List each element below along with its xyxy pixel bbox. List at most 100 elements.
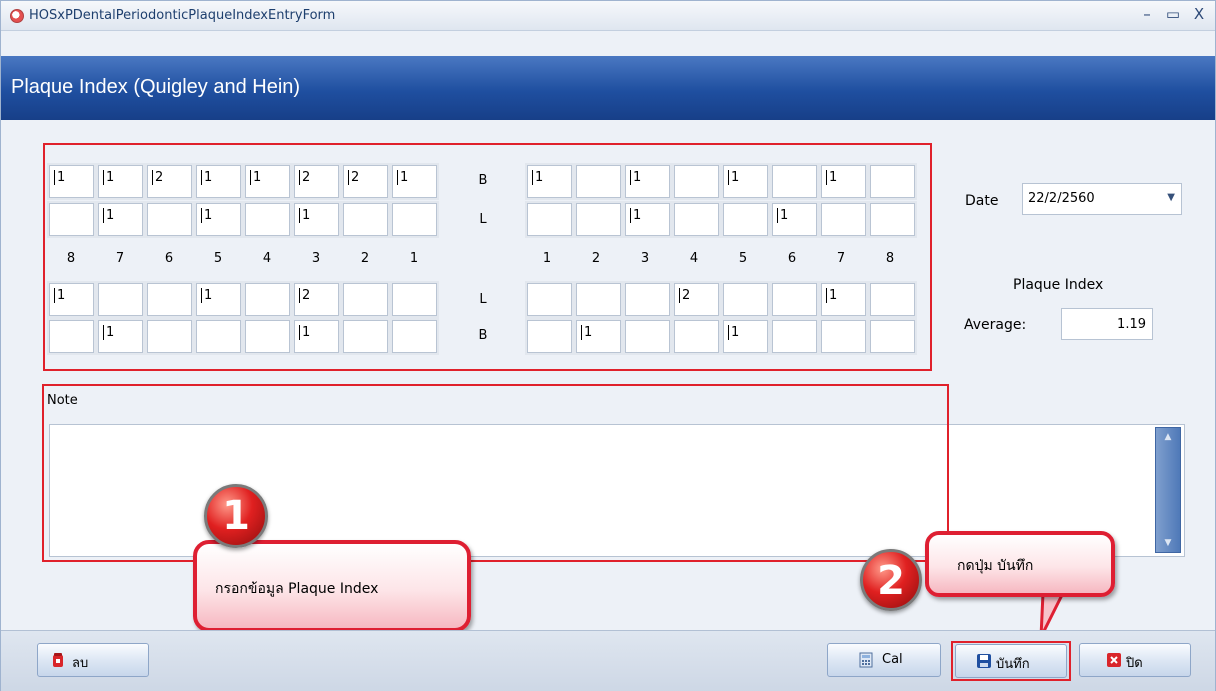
- plaque-cell[interactable]: 1: [723, 320, 768, 353]
- plaque-cell[interactable]: [674, 203, 719, 236]
- window-title: HOSxPDentalPeriodonticPlaqueIndexEntryFo…: [29, 8, 336, 23]
- plaque-cell[interactable]: 1: [49, 283, 94, 316]
- plaque-cell[interactable]: 1: [98, 203, 143, 236]
- plaque-cell[interactable]: 1: [576, 320, 621, 353]
- plaque-cell[interactable]: 1: [196, 165, 241, 198]
- plaque-cell[interactable]: [527, 320, 572, 353]
- plaque-cell[interactable]: [674, 165, 719, 198]
- plaque-cell[interactable]: [723, 203, 768, 236]
- plaque-cell[interactable]: 1: [245, 165, 290, 198]
- plaque-cell[interactable]: [245, 203, 290, 236]
- plaque-cell[interactable]: [723, 283, 768, 316]
- chevron-down-icon[interactable]: ▼: [1167, 192, 1175, 203]
- plaque-cell[interactable]: 1: [527, 165, 572, 198]
- minimize-button[interactable]: –: [1137, 5, 1157, 23]
- plaque-cell[interactable]: [821, 320, 866, 353]
- plaque-cell[interactable]: [625, 320, 670, 353]
- title-bar: HOSxPDentalPeriodonticPlaqueIndexEntryFo…: [1, 1, 1215, 31]
- plaque-cell[interactable]: 2: [294, 283, 339, 316]
- plaque-cell[interactable]: 2: [147, 165, 192, 198]
- plaque-cell[interactable]: [870, 203, 915, 236]
- plaque-cell[interactable]: [147, 203, 192, 236]
- date-value: 22/2/2560: [1028, 191, 1095, 206]
- plaque-cell[interactable]: [392, 283, 437, 316]
- plaque-cell[interactable]: [576, 203, 621, 236]
- scroll-down-icon[interactable]: ▼: [1156, 538, 1180, 548]
- plaque-cell[interactable]: 1: [723, 165, 768, 198]
- plaque-cell[interactable]: 1: [392, 165, 437, 198]
- row-label-lower-b: B: [478, 328, 488, 343]
- form-window: HOSxPDentalPeriodonticPlaqueIndexEntryFo…: [0, 0, 1216, 691]
- plaque-cell[interactable]: [49, 320, 94, 353]
- tooth-number: 1: [542, 251, 552, 266]
- plaque-cell[interactable]: [343, 320, 388, 353]
- plaque-cell[interactable]: [772, 283, 817, 316]
- close-button[interactable]: ปิด: [1079, 643, 1191, 677]
- average-field[interactable]: 1.19: [1061, 308, 1153, 340]
- average-value: 1.19: [1117, 317, 1146, 332]
- tooth-number: 2: [360, 251, 370, 266]
- plaque-cell[interactable]: [392, 320, 437, 353]
- cal-label: Cal: [882, 652, 903, 667]
- plaque-cell[interactable]: [674, 320, 719, 353]
- callout-bubble-2: กดปุ่ม บันทึก: [925, 531, 1115, 597]
- tooth-number: 5: [213, 251, 223, 266]
- plaque-cell[interactable]: 1: [49, 165, 94, 198]
- plaque-cell[interactable]: [625, 283, 670, 316]
- plaque-cell[interactable]: [870, 320, 915, 353]
- plaque-cell[interactable]: [343, 283, 388, 316]
- plaque-cell[interactable]: 1: [196, 283, 241, 316]
- plaque-cell[interactable]: 1: [625, 203, 670, 236]
- plaque-cell[interactable]: [576, 165, 621, 198]
- plaque-cell[interactable]: [245, 283, 290, 316]
- plaque-cell[interactable]: 2: [294, 165, 339, 198]
- tooth-number: 8: [885, 251, 895, 266]
- plaque-cell[interactable]: [147, 320, 192, 353]
- date-label: Date: [965, 193, 999, 209]
- tooth-number: 3: [640, 251, 650, 266]
- close-window-button[interactable]: X: [1189, 5, 1209, 23]
- plaque-cell[interactable]: [772, 165, 817, 198]
- maximize-button[interactable]: ▭: [1163, 5, 1183, 23]
- plaque-cell[interactable]: [576, 283, 621, 316]
- plaque-cell[interactable]: 1: [821, 165, 866, 198]
- plaque-cell[interactable]: [527, 203, 572, 236]
- app-icon: [10, 9, 24, 23]
- delete-button[interactable]: ลบ: [37, 643, 149, 677]
- plaque-cell[interactable]: 2: [674, 283, 719, 316]
- plaque-cell[interactable]: 1: [98, 320, 143, 353]
- delete-label: ลบ: [72, 656, 89, 671]
- date-picker[interactable]: 22/2/2560 ▼: [1022, 183, 1182, 215]
- note-scrollbar[interactable]: ▲ ▼: [1155, 427, 1181, 553]
- plaque-cell[interactable]: [772, 320, 817, 353]
- step-number: 1: [222, 493, 250, 539]
- plaque-cell[interactable]: [49, 203, 94, 236]
- note-highlight: [42, 384, 949, 562]
- plaque-cell[interactable]: [98, 283, 143, 316]
- plaque-cell[interactable]: 1: [821, 283, 866, 316]
- plaque-cell[interactable]: [147, 283, 192, 316]
- plaque-cell[interactable]: 1: [294, 203, 339, 236]
- plaque-cell[interactable]: [392, 203, 437, 236]
- save-highlight: [951, 641, 1071, 681]
- plaque-cell[interactable]: [870, 165, 915, 198]
- plaque-cell[interactable]: 1: [772, 203, 817, 236]
- step-2-badge: 2: [860, 549, 922, 611]
- plaque-cell[interactable]: [343, 203, 388, 236]
- plaque-cell[interactable]: 2: [343, 165, 388, 198]
- tooth-number: 1: [409, 251, 419, 266]
- callout-text-1: กรอกข้อมูล Plaque Index: [215, 581, 379, 597]
- plaque-cell[interactable]: [821, 203, 866, 236]
- plaque-cell[interactable]: [245, 320, 290, 353]
- plaque-cell[interactable]: [196, 320, 241, 353]
- plaque-cell[interactable]: 1: [625, 165, 670, 198]
- plaque-cell[interactable]: [870, 283, 915, 316]
- plaque-cell[interactable]: [527, 283, 572, 316]
- cal-button[interactable]: Cal: [827, 643, 941, 677]
- scroll-up-icon[interactable]: ▲: [1156, 432, 1180, 442]
- plaque-cell[interactable]: 1: [294, 320, 339, 353]
- tooth-number: 2: [591, 251, 601, 266]
- callout-text-2: กดปุ่ม บันทึก: [957, 558, 1034, 574]
- plaque-cell[interactable]: 1: [196, 203, 241, 236]
- plaque-cell[interactable]: 1: [98, 165, 143, 198]
